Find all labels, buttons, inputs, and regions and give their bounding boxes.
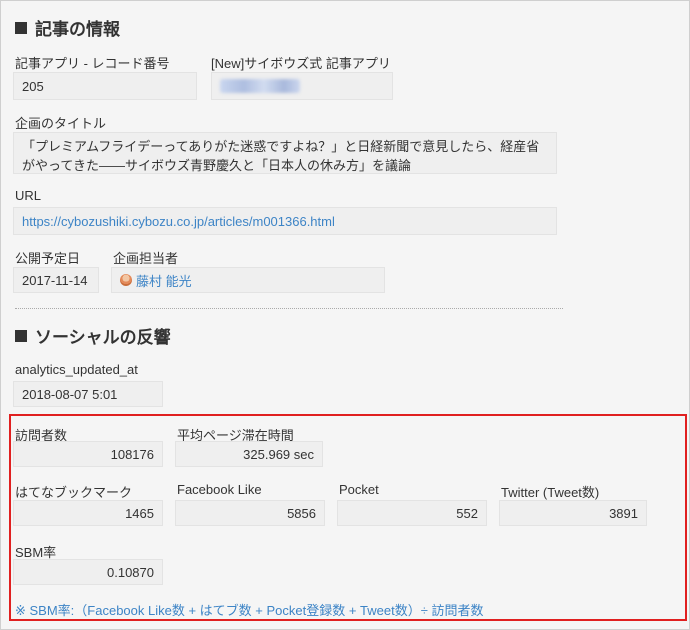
plan-title-label: 企画のタイトル [15, 116, 107, 131]
twitter-field: 3891 [499, 500, 647, 526]
record-panel: 記事の情報 記事アプリ - レコード番号 205 [New]サイボウズ式 記事ア… [0, 0, 690, 630]
new-app-field[interactable] [211, 72, 393, 100]
record-number-value: 205 [22, 78, 44, 94]
plan-title-field: 「プレミアムフライデーってありがた迷惑ですよね？」と日経新聞で意見したら、経産省… [13, 132, 557, 174]
user-avatar-icon [120, 274, 132, 286]
pocket-field: 552 [337, 500, 487, 526]
facebook-value: 5856 [287, 505, 316, 521]
blurred-link-value[interactable] [220, 79, 300, 93]
facebook-label: Facebook Like [177, 482, 262, 497]
visitors-field: 108176 [13, 441, 163, 467]
hatena-value: 1465 [125, 505, 154, 521]
analytics-updated-value: 2018-08-07 5:01 [22, 386, 118, 402]
planner-link[interactable]: 藤村 能光 [136, 271, 192, 290]
url-link[interactable]: https://cybozushiki.cybozu.co.jp/article… [22, 214, 335, 229]
url-label: URL [15, 188, 42, 203]
twitter-value: 3891 [609, 505, 638, 521]
plan-title-value: 「プレミアムフライデーってありがた迷惑ですよね？」と日経新聞で意見したら、経産省… [22, 139, 540, 173]
sbm-rate-value: 0.10870 [107, 564, 154, 580]
analytics-updated-field: 2018-08-07 5:01 [13, 381, 163, 407]
publish-date-value: 2017-11-14 [22, 272, 88, 288]
article-info-title: 記事の情報 [35, 20, 120, 39]
sbm-rate-field: 0.10870 [13, 559, 163, 585]
visitors-value: 108176 [110, 446, 154, 462]
planner-field[interactable]: 藤村 能光 [111, 267, 385, 293]
social-heading: ソーシャルの反響 [15, 323, 171, 348]
avg-time-value: 325.969 sec [243, 446, 314, 462]
social-title: ソーシャルの反響 [35, 328, 171, 347]
new-app-label: [New]サイボウズ式 記事アプリ [211, 56, 391, 71]
record-number-field: 205 [13, 72, 197, 100]
publish-date-label: 公開予定日 [15, 251, 81, 266]
avg-time-field: 325.969 sec [175, 441, 323, 467]
sbm-formula-note: ※ SBM率:（Facebook Like数 + はてブ数 + Pocket登録… [15, 603, 484, 618]
facebook-field: 5856 [175, 500, 325, 526]
square-bullet-icon [15, 21, 27, 34]
hatena-label: はてなブックマーク [15, 485, 133, 500]
analytics-updated-label: analytics_updated_at [15, 362, 138, 377]
pocket-value: 552 [456, 505, 478, 521]
url-field[interactable]: https://cybozushiki.cybozu.co.jp/article… [13, 207, 557, 235]
planner-label: 企画担当者 [113, 251, 179, 266]
hatena-field: 1465 [13, 500, 163, 526]
section-divider [15, 308, 563, 309]
record-number-label: 記事アプリ - レコード番号 [15, 56, 170, 71]
pocket-label: Pocket [339, 482, 379, 497]
square-bullet-icon [15, 329, 27, 342]
twitter-label: Twitter (Tweet数) [501, 485, 600, 500]
article-info-heading: 記事の情報 [15, 15, 120, 40]
publish-date-field: 2017-11-14 [13, 267, 99, 293]
